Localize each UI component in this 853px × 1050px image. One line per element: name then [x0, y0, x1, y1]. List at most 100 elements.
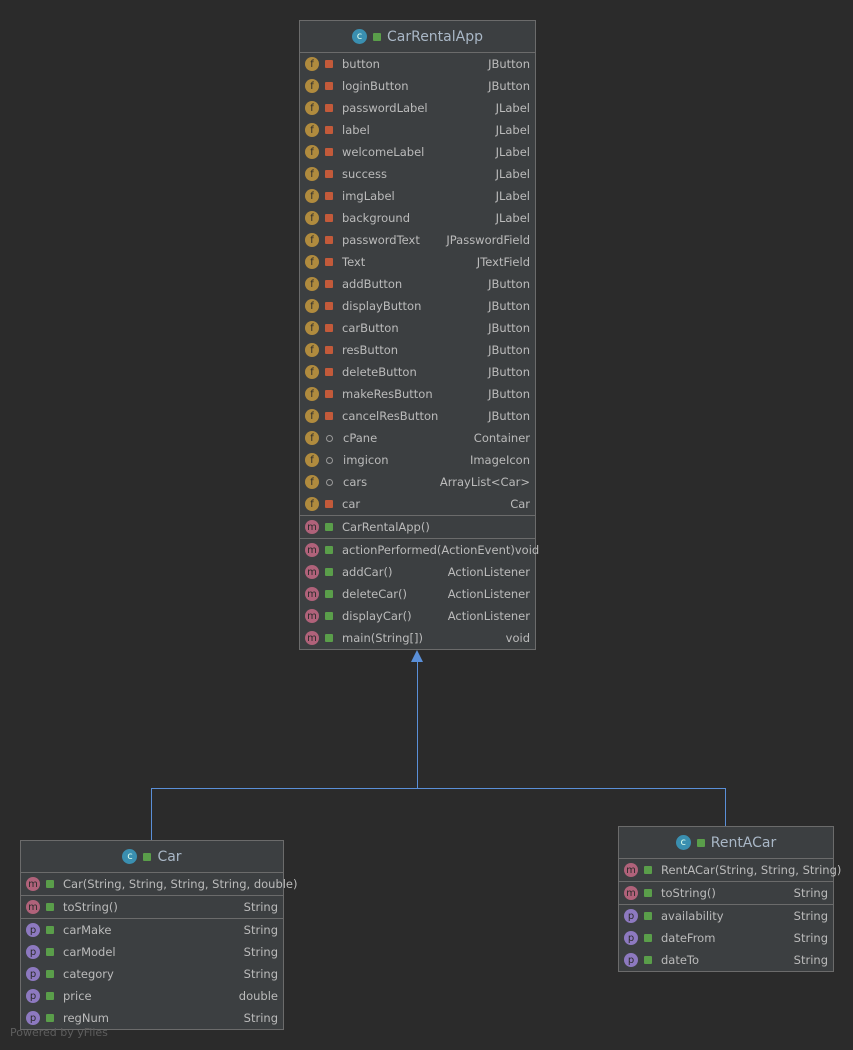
- method-icon: m: [305, 631, 319, 645]
- field-row[interactable]: f button JButton: [300, 53, 535, 75]
- field-row[interactable]: f car Car: [300, 493, 535, 515]
- field-row[interactable]: f Text JTextField: [300, 251, 535, 273]
- field-row[interactable]: f cancelResButton JButton: [300, 405, 535, 427]
- member-name: displayCar(): [342, 609, 412, 623]
- class-node-rentacar[interactable]: c RentACar m RentACar(String, String, Strin…: [618, 826, 841, 972]
- member-name: resButton: [342, 343, 399, 357]
- method-row[interactable]: m addCar() ActionListener: [300, 561, 535, 583]
- member-type: JButton: [488, 79, 530, 93]
- member-section: p availability String p dateFrom String p dateT…: [619, 905, 833, 971]
- field-row[interactable]: f background JLabel: [300, 207, 535, 229]
- field-row[interactable]: f imgicon ImageIcon: [300, 449, 535, 471]
- class-node-carrentalapp[interactable]: c CarRentalApp f button JButton f loginButton J…: [299, 20, 539, 650]
- public-visibility-icon: [325, 523, 333, 531]
- method-icon: m: [305, 520, 319, 534]
- method-row[interactable]: m RentACar(String, String, String): [619, 859, 841, 881]
- field-row[interactable]: f imgLabel JLabel: [300, 185, 535, 207]
- member-type: ActionListener: [447, 587, 530, 601]
- public-visibility-icon: [46, 880, 54, 888]
- method-row[interactable]: m toString() String: [619, 882, 833, 904]
- member-name: dateTo: [661, 953, 700, 967]
- member-name: actionPerformed(ActionEvent): [342, 543, 515, 557]
- member-type: String: [243, 967, 278, 981]
- field-row[interactable]: f makeResButton JButton: [300, 383, 535, 405]
- field-row[interactable]: f loginButton JButton: [300, 75, 535, 97]
- field-icon: f: [305, 211, 319, 225]
- method-row[interactable]: m main(String[]) void: [300, 627, 535, 649]
- field-icon: f: [305, 299, 319, 313]
- class-icon: c: [351, 29, 367, 44]
- member-name: addButton: [342, 277, 403, 291]
- member-name: dateFrom: [661, 931, 716, 945]
- field-row[interactable]: f resButton JButton: [300, 339, 535, 361]
- method-row[interactable]: m displayCar() ActionListener: [300, 605, 535, 627]
- member-type: String: [793, 931, 828, 945]
- class-name: RentACar: [710, 834, 777, 851]
- private-visibility-icon: [325, 258, 333, 266]
- field-icon: f: [305, 409, 319, 423]
- property-icon: p: [26, 967, 40, 981]
- field-row[interactable]: f label JLabel: [300, 119, 535, 141]
- field-icon: f: [305, 189, 319, 203]
- class-icon: c: [675, 835, 691, 850]
- class-node-car[interactable]: c Car m Car(String, String, String, String,…: [20, 840, 298, 1030]
- member-type: String: [243, 1011, 278, 1025]
- public-visibility-icon: [644, 889, 652, 897]
- member-name: carMake: [63, 923, 112, 937]
- property-row[interactable]: p category String: [21, 963, 283, 985]
- method-row[interactable]: m actionPerformed(ActionEvent) void: [300, 539, 539, 561]
- field-row[interactable]: f welcomeLabel JLabel: [300, 141, 535, 163]
- field-row[interactable]: f success JLabel: [300, 163, 535, 185]
- public-visibility-icon: [325, 634, 333, 642]
- field-row[interactable]: f cars ArrayList<Car>: [300, 471, 535, 493]
- property-row[interactable]: p carMake String: [21, 919, 283, 941]
- property-row[interactable]: p carModel String: [21, 941, 283, 963]
- property-row[interactable]: p availability String: [619, 905, 833, 927]
- field-icon: f: [305, 365, 319, 379]
- member-name: price: [63, 989, 92, 1003]
- field-row[interactable]: f carButton JButton: [300, 317, 535, 339]
- method-row[interactable]: m deleteCar() ActionListener: [300, 583, 535, 605]
- property-row[interactable]: p dateFrom String: [619, 927, 833, 949]
- member-section: m CarRentalApp(): [300, 516, 535, 539]
- method-row[interactable]: m CarRentalApp(): [300, 516, 535, 538]
- public-visibility-icon: [644, 956, 652, 964]
- public-visibility-icon: [46, 948, 54, 956]
- member-type: JPasswordField: [446, 233, 530, 247]
- member-name: regNum: [63, 1011, 109, 1025]
- member-name: CarRentalApp(): [342, 520, 430, 534]
- public-visibility-icon: [644, 866, 652, 874]
- private-visibility-icon: [325, 148, 333, 156]
- package-visibility-icon: [326, 456, 333, 464]
- property-row[interactable]: p dateTo String: [619, 949, 833, 971]
- property-row[interactable]: p price double: [21, 985, 283, 1007]
- member-section: f button JButton f loginButton JButton f passwo…: [300, 53, 535, 516]
- member-type: ActionListener: [447, 565, 530, 579]
- member-name: Car(String, String, String, String, doub…: [63, 877, 298, 891]
- member-type: JLabel: [495, 211, 530, 225]
- field-icon: f: [305, 145, 319, 159]
- field-row[interactable]: f passwordText JPasswordField: [300, 229, 535, 251]
- method-row[interactable]: m toString() String: [21, 896, 283, 918]
- field-icon: f: [305, 453, 319, 467]
- inheritance-arrowhead: [411, 650, 423, 662]
- private-visibility-icon: [325, 192, 333, 200]
- member-name: carModel: [63, 945, 116, 959]
- property-icon: p: [624, 953, 638, 967]
- member-type: JLabel: [495, 189, 530, 203]
- field-icon: f: [305, 431, 319, 445]
- member-type: JButton: [488, 277, 530, 291]
- member-type: JLabel: [495, 145, 530, 159]
- field-row[interactable]: f passwordLabel JLabel: [300, 97, 535, 119]
- field-row[interactable]: f cPane Container: [300, 427, 535, 449]
- field-row[interactable]: f displayButton JButton: [300, 295, 535, 317]
- public-visibility-icon: [325, 612, 333, 620]
- field-row[interactable]: f addButton JButton: [300, 273, 535, 295]
- member-name: imgLabel: [342, 189, 395, 203]
- method-row[interactable]: m Car(String, String, String, String, dou…: [21, 873, 298, 895]
- member-name: main(String[]): [342, 631, 423, 645]
- member-type: JLabel: [495, 123, 530, 137]
- member-name: RentACar(String, String, String): [661, 863, 842, 877]
- private-visibility-icon: [325, 368, 333, 376]
- field-row[interactable]: f deleteButton JButton: [300, 361, 535, 383]
